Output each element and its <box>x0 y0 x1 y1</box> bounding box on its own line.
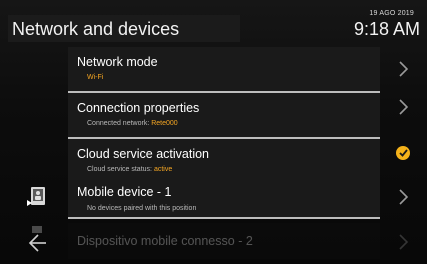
time-display: 9:18 AM <box>353 19 420 39</box>
row-label: Mobile device - 1 <box>77 185 172 199</box>
row-status: Connected network: Rete000 <box>87 120 178 127</box>
back-arrow-icon[interactable] <box>26 226 48 257</box>
connection-properties-row[interactable]: Connection properties Connected network:… <box>68 93 380 139</box>
date-display: 19 AGO 2019 <box>369 10 414 17</box>
mobile-device-icon <box>27 186 49 213</box>
status-prefix: Connected network: <box>87 120 150 127</box>
status-value: Rete000 <box>151 120 178 127</box>
row-status: Wi-Fi <box>87 74 104 81</box>
status-value: active <box>153 166 173 173</box>
screen: Network and devices 19 AGO 2019 9:18 AM … <box>0 0 427 259</box>
mobile-device-2-row[interactable]: Dispositivo mobile connesso - 2 <box>68 223 380 259</box>
row-label: Connection properties <box>77 101 200 115</box>
title-bar: Network and devices <box>8 15 240 42</box>
page-title: Network and devices <box>12 19 180 39</box>
row-label: Dispositivo mobile connesso - 2 <box>77 234 253 248</box>
check-badge <box>396 146 410 160</box>
check-circle-icon[interactable] <box>380 131 426 175</box>
chevron-right-icon[interactable] <box>380 220 426 264</box>
row-status: Cloud service status: active <box>87 166 172 173</box>
chevron-right-icon[interactable] <box>380 175 426 219</box>
network-mode-row[interactable]: Network mode Wi-Fi <box>68 47 380 93</box>
header: Network and devices 19 AGO 2019 9:18 AM <box>8 10 426 43</box>
row-status: No devices paired with this position <box>87 205 197 212</box>
status-prefix: Cloud service status: <box>87 166 152 173</box>
row-label: Cloud service activation <box>77 147 210 161</box>
row-label: Network mode <box>77 55 158 69</box>
mobile-device-1-row[interactable]: Mobile device - 1 No devices paired with… <box>68 175 380 219</box>
chevron-right-icon[interactable] <box>380 85 426 129</box>
